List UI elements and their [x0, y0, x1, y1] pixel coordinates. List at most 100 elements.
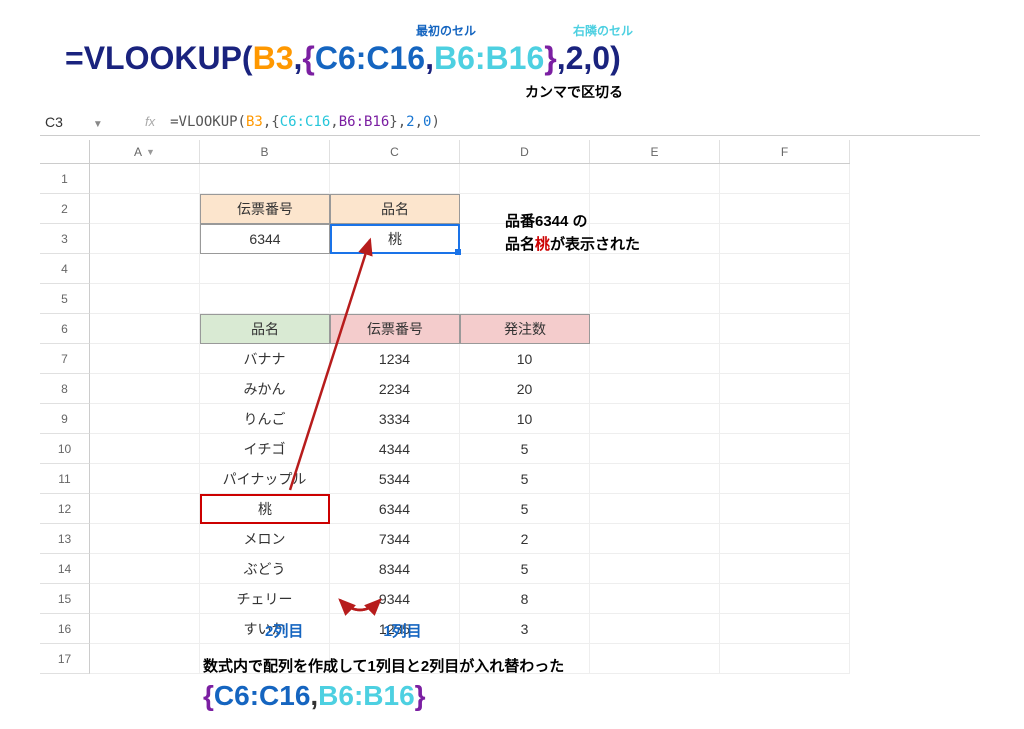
cell[interactable] [90, 314, 200, 344]
cell[interactable]: 5 [460, 494, 590, 524]
row-head[interactable]: 5 [40, 284, 90, 314]
row-head[interactable]: 15 [40, 584, 90, 614]
row-head[interactable]: 16 [40, 614, 90, 644]
cell[interactable]: 8 [460, 584, 590, 614]
cell[interactable]: パイナップル [200, 464, 330, 494]
cell[interactable] [90, 524, 200, 554]
cell[interactable]: 20 [460, 374, 590, 404]
cell[interactable]: 2234 [330, 374, 460, 404]
cell[interactable] [90, 194, 200, 224]
cell[interactable]: 2 [460, 524, 590, 554]
cell[interactable]: 9344 [330, 584, 460, 614]
spreadsheet-grid[interactable]: A▼ B C D E F 1 2伝票番号品名 36344桃 4 5 6品名伝票番… [40, 140, 850, 674]
cell[interactable] [90, 344, 200, 374]
cell-header[interactable]: 品名 [330, 194, 460, 224]
cell[interactable] [460, 164, 590, 194]
cell[interactable]: 5 [460, 554, 590, 584]
cell[interactable] [720, 374, 850, 404]
col-header-D[interactable]: D [460, 140, 590, 163]
cell[interactable] [590, 344, 720, 374]
cell-B3[interactable]: 6344 [200, 224, 330, 254]
cell[interactable] [590, 404, 720, 434]
cell-header[interactable]: 品名 [200, 314, 330, 344]
cell[interactable] [90, 644, 200, 674]
cell[interactable] [90, 374, 200, 404]
row-head[interactable]: 4 [40, 254, 90, 284]
cell-momo-highlighted[interactable]: 桃 [200, 494, 330, 524]
col-header-F[interactable]: F [720, 140, 850, 163]
cell[interactable] [720, 614, 850, 644]
row-head[interactable]: 12 [40, 494, 90, 524]
row-head[interactable]: 14 [40, 554, 90, 584]
cell[interactable] [90, 464, 200, 494]
cell[interactable] [720, 224, 850, 254]
cell[interactable] [720, 344, 850, 374]
filter-icon[interactable]: ▼ [146, 147, 155, 157]
cell[interactable]: 3334 [330, 404, 460, 434]
cell[interactable] [590, 494, 720, 524]
cell[interactable] [90, 254, 200, 284]
row-head[interactable]: 1 [40, 164, 90, 194]
cell[interactable]: ぶどう [200, 554, 330, 584]
cell[interactable]: バナナ [200, 344, 330, 374]
cell[interactable] [720, 584, 850, 614]
cell[interactable]: 5344 [330, 464, 460, 494]
cell[interactable] [460, 284, 590, 314]
cell[interactable] [460, 254, 590, 284]
row-head[interactable]: 11 [40, 464, 90, 494]
cell[interactable] [590, 434, 720, 464]
cell-header[interactable]: 発注数 [460, 314, 590, 344]
cell[interactable]: りんご [200, 404, 330, 434]
cell[interactable] [90, 284, 200, 314]
cell[interactable] [90, 584, 200, 614]
row-head[interactable]: 10 [40, 434, 90, 464]
cell[interactable] [720, 524, 850, 554]
cell[interactable] [720, 644, 850, 674]
row-head[interactable]: 3 [40, 224, 90, 254]
cell[interactable] [590, 524, 720, 554]
cell[interactable] [200, 164, 330, 194]
cell[interactable] [590, 464, 720, 494]
cell[interactable] [720, 164, 850, 194]
cell-header[interactable]: 伝票番号 [200, 194, 330, 224]
cell[interactable] [720, 434, 850, 464]
cell[interactable] [720, 194, 850, 224]
cell[interactable]: みかん [200, 374, 330, 404]
cell[interactable]: 5 [460, 434, 590, 464]
cell[interactable] [590, 614, 720, 644]
cell[interactable]: 3 [460, 614, 590, 644]
cell[interactable] [90, 164, 200, 194]
cell[interactable] [590, 164, 720, 194]
cell[interactable]: 10 [460, 404, 590, 434]
cell[interactable] [720, 314, 850, 344]
cell[interactable] [720, 464, 850, 494]
cell[interactable] [90, 404, 200, 434]
cell[interactable]: 4344 [330, 434, 460, 464]
row-head[interactable]: 6 [40, 314, 90, 344]
cell[interactable] [200, 284, 330, 314]
cell[interactable] [720, 404, 850, 434]
cell[interactable]: チェリー [200, 584, 330, 614]
cell[interactable] [720, 554, 850, 584]
col-header-A[interactable]: A▼ [90, 140, 200, 163]
cell[interactable] [590, 284, 720, 314]
cell[interactable] [90, 224, 200, 254]
cell[interactable] [720, 284, 850, 314]
cell[interactable] [330, 284, 460, 314]
cell[interactable] [90, 554, 200, 584]
cell[interactable] [590, 374, 720, 404]
cell[interactable] [720, 254, 850, 284]
cell[interactable] [330, 254, 460, 284]
row-head[interactable]: 17 [40, 644, 90, 674]
cell[interactable] [590, 584, 720, 614]
row-head[interactable]: 7 [40, 344, 90, 374]
cell[interactable] [590, 644, 720, 674]
cell[interactable] [200, 254, 330, 284]
cell[interactable] [90, 434, 200, 464]
formula-bar[interactable]: =VLOOKUP(B3,{C6:C16,B6:B16},2,0) [170, 114, 440, 130]
cell[interactable]: メロン [200, 524, 330, 554]
cell[interactable] [590, 314, 720, 344]
cell-header[interactable]: 伝票番号 [330, 314, 460, 344]
cell[interactable] [590, 254, 720, 284]
cell[interactable]: 10 [460, 344, 590, 374]
